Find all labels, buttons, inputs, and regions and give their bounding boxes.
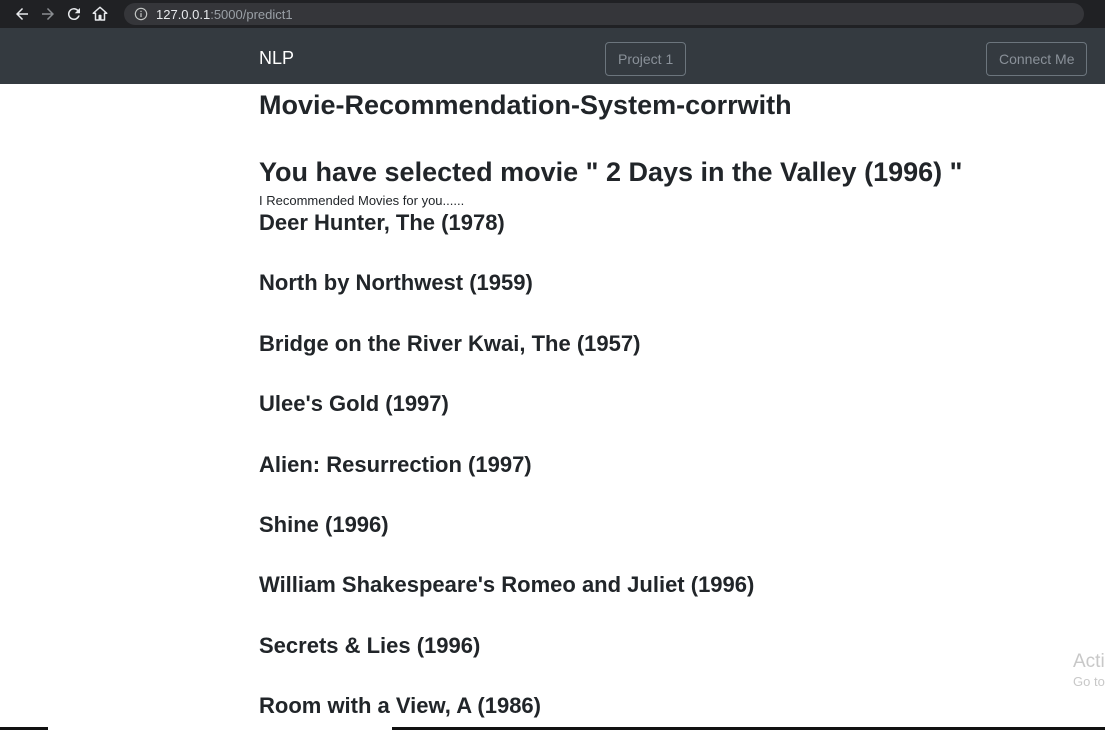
info-icon[interactable] [134,7,148,21]
page-title: Movie-Recommendation-System-corrwith [259,90,792,120]
windows-activation-watermark: Acti Go to [1073,651,1105,691]
watermark-line-1: Acti [1073,651,1105,672]
address-bar[interactable]: 127.0.0.1:5000/predict1 [124,3,1084,25]
movie-item: Ulee's Gold (1997) [259,391,449,417]
reload-icon[interactable] [64,4,84,24]
movie-item: North by Northwest (1959) [259,270,533,296]
watermark-line-2: Go to [1073,674,1105,689]
movie-item: Deer Hunter, The (1978) [259,210,505,235]
movie-item: William Shakespeare's Romeo and Juliet (… [259,572,755,598]
brand-link[interactable]: NLP [259,48,294,69]
home-icon[interactable] [90,4,110,24]
movie-item: Alien: Resurrection (1997) [259,451,532,477]
browser-toolbar: 127.0.0.1:5000/predict1 [0,0,1105,28]
back-arrow-icon[interactable] [12,4,32,24]
selected-movie-heading: You have selected movie " 2 Days in the … [259,157,963,187]
movie-item: Secrets & Lies (1996) [259,632,481,658]
app-navbar: NLP Project 1 Connect Me [0,28,1105,84]
recommended-movie-list: Deer Hunter, The (1978) North by Northwe… [259,209,1099,753]
movie-item: Shine (1996) [259,511,389,537]
movie-item: Bridge on the River Kwai, The (1957) [259,330,641,356]
recommendation-intro: I Recommended Movies for you...... [259,193,465,208]
forward-arrow-icon[interactable] [38,4,58,24]
connect-me-button[interactable]: Connect Me [986,42,1088,76]
movie-item: Room with a View, A (1986) [259,693,541,719]
url-path: :5000/predict1 [210,6,293,22]
project-1-button[interactable]: Project 1 [605,42,687,76]
main-content: Movie-Recommendation-System-corrwith You… [259,84,1099,753]
url-host: 127.0.0.1 [156,6,211,22]
